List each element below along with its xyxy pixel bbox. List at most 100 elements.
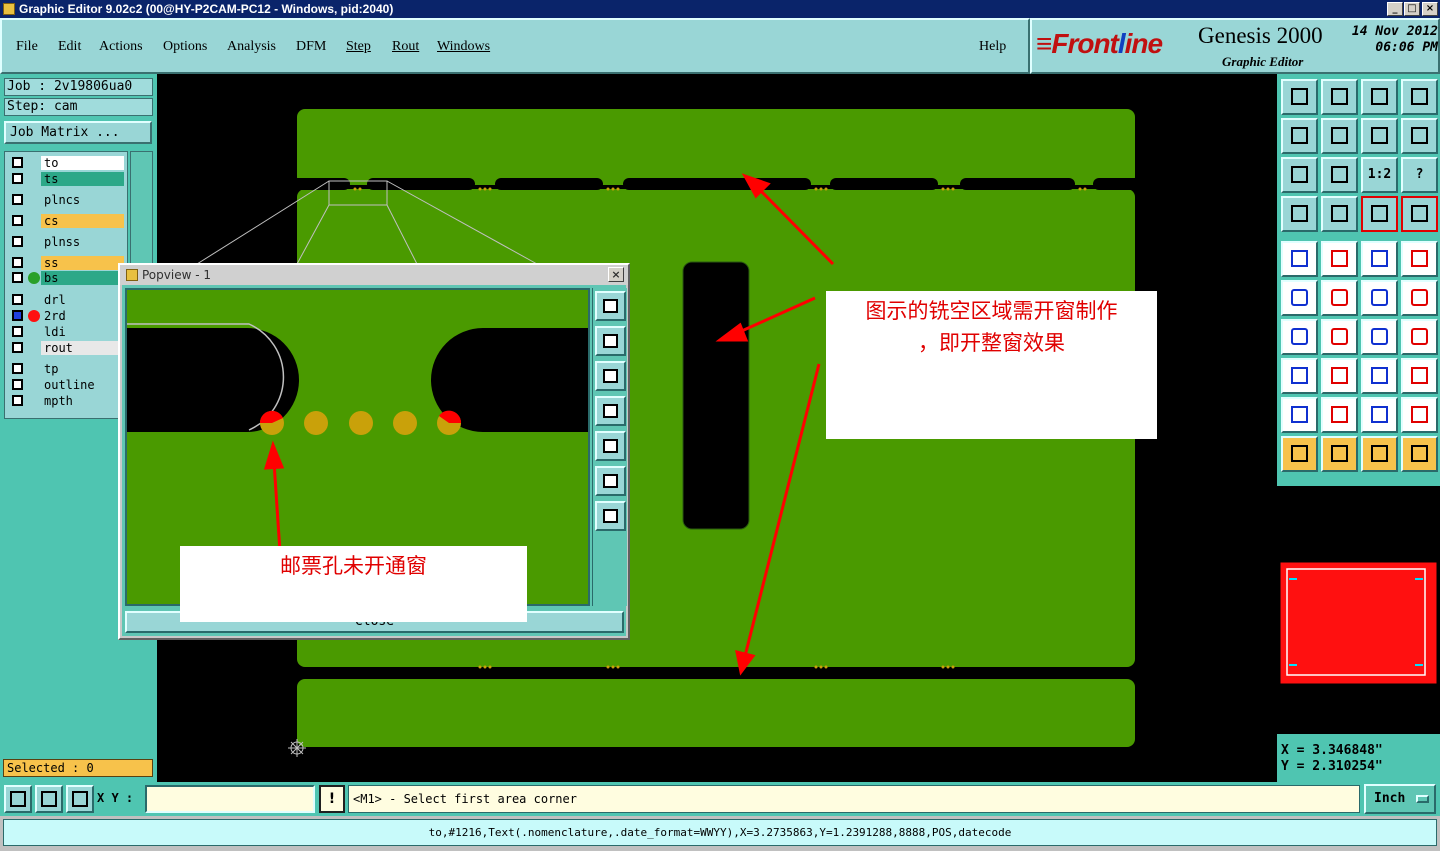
- move-icon[interactable]: [1281, 241, 1318, 277]
- snap-icon[interactable]: [35, 785, 63, 813]
- layer-row-ts[interactable]: ts: [7, 172, 127, 186]
- menu-windows[interactable]: Windows: [437, 39, 490, 55]
- layer-checkbox[interactable]: [12, 272, 23, 283]
- split-view-icon[interactable]: [1401, 79, 1438, 115]
- fit-icon[interactable]: [1281, 157, 1318, 193]
- rotate-icon[interactable]: [1401, 118, 1438, 154]
- menu-rout[interactable]: Rout: [392, 39, 419, 55]
- layer-row-ss[interactable]: ss: [7, 256, 127, 270]
- pointer-area-icon[interactable]: [1361, 436, 1398, 472]
- layer-row-bs[interactable]: bs: [7, 271, 127, 285]
- layer-checkbox[interactable]: [12, 257, 23, 268]
- layer-checkbox[interactable]: [12, 363, 23, 374]
- measure2-active-icon[interactable]: [1401, 196, 1438, 232]
- popview-center-icon[interactable]: [595, 501, 626, 531]
- layer-checkbox[interactable]: [12, 157, 23, 168]
- shapes-icon[interactable]: [1401, 358, 1438, 394]
- menu-step[interactable]: Step: [346, 39, 371, 55]
- layer-row-plncs[interactable]: plncs: [7, 193, 127, 207]
- layer-row-outline[interactable]: outline: [7, 378, 127, 392]
- popview-close-x-button[interactable]: ×: [608, 267, 624, 282]
- layer-row-cs[interactable]: cs: [7, 214, 127, 228]
- line-icon[interactable]: [1321, 358, 1358, 394]
- layer-checkbox[interactable]: [12, 310, 23, 321]
- popview-titlebar[interactable]: Popview - 1 ×: [120, 265, 628, 285]
- popview-down-icon[interactable]: [595, 361, 626, 391]
- angle-icon[interactable]: [1281, 319, 1318, 355]
- layer-row-2rd[interactable]: 2rd: [7, 309, 127, 323]
- edge2-icon[interactable]: [1401, 280, 1438, 316]
- layer-checkbox[interactable]: [12, 294, 23, 305]
- draw-line-icon[interactable]: [1321, 241, 1358, 277]
- center-rout-slot: [682, 261, 750, 530]
- layer-row-to[interactable]: to: [7, 156, 127, 170]
- triangle-icon[interactable]: [1281, 397, 1318, 433]
- popview-zoom-icon[interactable]: [595, 291, 626, 321]
- layer-row-plnss[interactable]: plnss: [7, 235, 127, 249]
- pan-right-icon[interactable]: [1321, 118, 1358, 154]
- maximize-button[interactable]: □: [1404, 2, 1420, 16]
- menu-dfm[interactable]: DFM: [296, 39, 326, 55]
- layer-checkbox[interactable]: [12, 395, 23, 406]
- zoom-home-alt-icon[interactable]: [1361, 79, 1398, 115]
- pointer-select-icon[interactable]: [1321, 436, 1358, 472]
- layer-checkbox[interactable]: [12, 342, 23, 353]
- connect-icon[interactable]: [1281, 280, 1318, 316]
- menu-actions[interactable]: Actions: [99, 39, 143, 55]
- popview-app-icon: [126, 269, 138, 281]
- menu-edit[interactable]: Edit: [58, 39, 81, 55]
- layer-checkbox[interactable]: [12, 379, 23, 390]
- menu-help[interactable]: Help: [979, 39, 1006, 55]
- menu-options[interactable]: Options: [163, 39, 207, 55]
- close-window-button[interactable]: ×: [1422, 2, 1438, 16]
- layer-row-rout[interactable]: rout: [7, 341, 127, 355]
- grid-icon[interactable]: [1321, 196, 1358, 232]
- job-matrix-button[interactable]: Job Matrix ...: [4, 121, 152, 144]
- edge-icon[interactable]: [1361, 280, 1398, 316]
- center-icon[interactable]: [1321, 157, 1358, 193]
- popview-left-icon[interactable]: [595, 396, 626, 426]
- menu-file[interactable]: File: [16, 39, 38, 55]
- area-zoom-icon[interactable]: [4, 785, 32, 813]
- layer-checkbox[interactable]: [12, 236, 23, 247]
- layer-checkbox[interactable]: [12, 215, 23, 226]
- scale-1-2-icon[interactable]: 1:2: [1361, 157, 1398, 193]
- units-select[interactable]: Inch: [1364, 784, 1436, 814]
- settings-icon[interactable]: [1281, 196, 1318, 232]
- box-measure-icon[interactable]: [1361, 358, 1398, 394]
- layer-row-tp[interactable]: tp: [7, 362, 127, 376]
- layer-row-ldi[interactable]: ldi: [7, 325, 127, 339]
- popview-fit-icon[interactable]: [595, 466, 626, 496]
- route-icon[interactable]: [1401, 436, 1438, 472]
- query-icon[interactable]: ?: [1401, 157, 1438, 193]
- zoom-in-icon[interactable]: [1321, 79, 1358, 115]
- cross-icon[interactable]: [1321, 280, 1358, 316]
- popview-up-icon[interactable]: [595, 326, 626, 356]
- move-pad-icon[interactable]: [1281, 358, 1318, 394]
- pointer-icon[interactable]: [1281, 436, 1318, 472]
- menu-analysis[interactable]: Analysis: [227, 39, 276, 55]
- triangle2-icon[interactable]: [1321, 397, 1358, 433]
- arc-icon[interactable]: [1361, 319, 1398, 355]
- flip-icon[interactable]: [1401, 319, 1438, 355]
- xy-input[interactable]: [145, 785, 315, 813]
- pan-left-icon[interactable]: [1281, 118, 1318, 154]
- swap-icon[interactable]: [1361, 118, 1398, 154]
- diagonal-icon[interactable]: [1321, 319, 1358, 355]
- ruler-icon[interactable]: [1361, 241, 1398, 277]
- triangle3-icon[interactable]: [1361, 397, 1398, 433]
- board-overview[interactable]: [1277, 486, 1440, 734]
- layer-checkbox[interactable]: [12, 194, 23, 205]
- layer-checkbox[interactable]: [12, 326, 23, 337]
- measure-active-icon[interactable]: [1361, 196, 1398, 232]
- minimize-button[interactable]: _: [1387, 2, 1403, 16]
- pad-icon[interactable]: [1401, 241, 1438, 277]
- warning-button[interactable]: !: [319, 785, 345, 813]
- layer-row-mpth[interactable]: mpth: [7, 394, 127, 408]
- layer-row-drl[interactable]: drl: [7, 293, 127, 307]
- layer-checkbox[interactable]: [12, 173, 23, 184]
- zoom-home-icon[interactable]: [1281, 79, 1318, 115]
- grid-snap-icon[interactable]: [66, 785, 94, 813]
- popview-right-icon[interactable]: [595, 431, 626, 461]
- triangle4-icon[interactable]: [1401, 397, 1438, 433]
